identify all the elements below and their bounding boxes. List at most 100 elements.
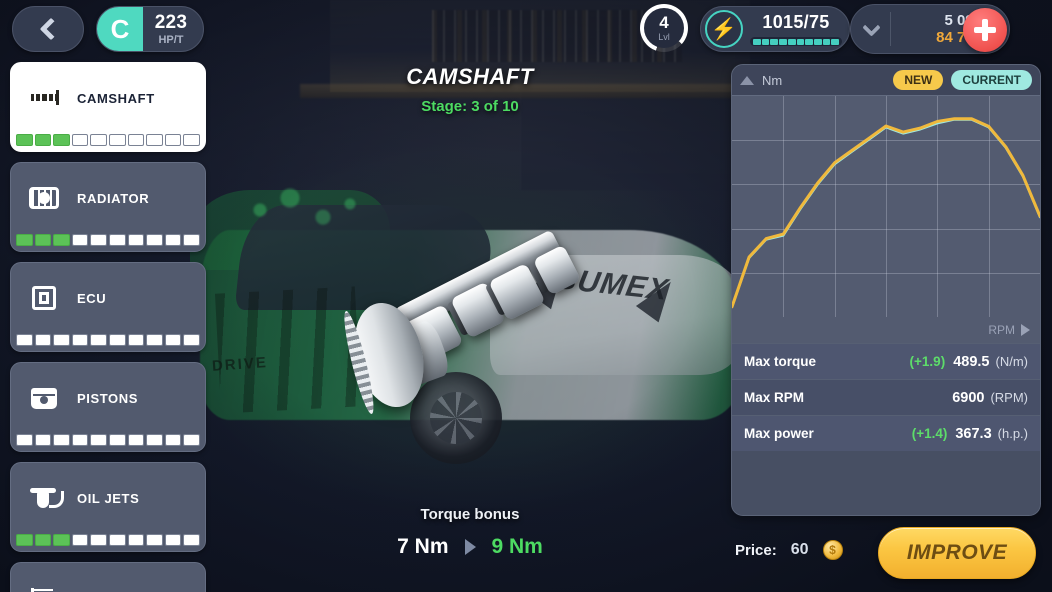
- part-upgrade-segment: [71, 334, 89, 346]
- energy-indicator[interactable]: ⚡ 1015/75: [700, 6, 850, 52]
- rank-values: 223 HP/T: [143, 13, 203, 46]
- part-upgrade-segment: [34, 434, 52, 446]
- rank-grade-badge: C: [97, 7, 143, 51]
- oil-jets-icon: [29, 485, 64, 511]
- part-upgrade-segment: [16, 234, 33, 246]
- torque-bonus-values: 7 Nm 9 Nm: [330, 535, 610, 559]
- lightning-bolt-icon: ⚡: [710, 17, 738, 41]
- part-item-radiator[interactable]: RADIATOR: [10, 162, 206, 252]
- part-item-row: OIL JETS: [15, 467, 201, 529]
- car-stripes: [214, 286, 362, 414]
- part-upgrade-segment: [16, 534, 33, 546]
- part-item-row: OIL COOLER: [15, 567, 201, 592]
- part-upgrade-segment: [34, 134, 52, 146]
- tab-new[interactable]: NEW: [893, 70, 944, 90]
- camshaft-icon: [29, 85, 59, 111]
- part-upgrade-bar: [15, 233, 201, 247]
- rank-unit: HP/T: [158, 33, 184, 46]
- back-button[interactable]: [12, 6, 84, 52]
- part-item-camshaft[interactable]: CAMSHAFT: [10, 62, 206, 152]
- part-upgrade-segment: [146, 534, 163, 546]
- improve-button[interactable]: IMPROVE: [878, 527, 1036, 579]
- top-hud: C 223 HP/T 4 Lvl ⚡ 1015/75 5 096 84 747: [0, 0, 1052, 58]
- part-item-oil-cooler[interactable]: OIL COOLER: [10, 562, 206, 592]
- part-upgrade-segment: [71, 534, 89, 546]
- energy-icon-circle: ⚡: [705, 10, 743, 48]
- part-upgrade-segment: [34, 334, 52, 346]
- currency-panel[interactable]: 5 096 84 747: [850, 4, 1010, 54]
- part-upgrade-segment: [108, 134, 126, 146]
- part-upgrade-segment: [183, 234, 200, 246]
- stat-name: Max torque: [744, 354, 817, 369]
- x-axis-label: RPM: [988, 323, 1015, 337]
- part-upgrade-segment: [90, 334, 107, 346]
- energy-progress-bar: [750, 37, 842, 46]
- chevron-down-icon[interactable]: [862, 17, 881, 37]
- energy-segment: [822, 38, 831, 45]
- part-item-pistons[interactable]: PISTONS: [10, 362, 206, 452]
- level-label: Lvl: [658, 32, 670, 42]
- price-value: 60: [790, 541, 809, 558]
- part-upgrade-segment: [164, 434, 182, 446]
- part-item-row: ECU: [15, 267, 201, 329]
- part-upgrade-segment: [146, 134, 163, 146]
- part-upgrade-segment: [34, 234, 52, 246]
- price-block: Price: 60 $: [735, 540, 843, 560]
- series-line-current: [732, 118, 1040, 309]
- ecu-chip-icon: [29, 285, 59, 311]
- part-upgrade-segment: [53, 434, 70, 446]
- tab-current[interactable]: CURRENT: [951, 70, 1032, 90]
- torque-curve-chart: [732, 95, 1040, 317]
- rank-value: 223: [154, 11, 188, 33]
- part-item-row: PISTONS: [15, 367, 201, 429]
- rank-indicator[interactable]: C 223 HP/T: [96, 6, 204, 52]
- energy-value: 1015/75: [762, 12, 830, 32]
- part-item-ecu[interactable]: ECU: [10, 262, 206, 352]
- part-upgrade-segment: [183, 334, 200, 346]
- stat-delta: (+1.9): [909, 354, 946, 369]
- part-upgrade-segment: [183, 434, 200, 446]
- part-upgrade-segment: [53, 334, 70, 346]
- part-upgrade-segment: [164, 534, 182, 546]
- radiator-icon: [29, 185, 59, 211]
- part-upgrade-segment: [164, 334, 182, 346]
- torque-curve-svg: [732, 117, 1040, 309]
- graph-header: Nm NEW CURRENT: [732, 65, 1040, 95]
- energy-segment: [787, 38, 796, 45]
- part-upgrade-segment: [108, 234, 126, 246]
- part-upgrade-segment: [53, 534, 70, 546]
- part-upgrade-segment: [16, 134, 33, 146]
- level-value: 4: [659, 13, 669, 32]
- part-upgrade-segment: [53, 234, 70, 246]
- add-currency-button[interactable]: [963, 8, 1007, 52]
- part-item-row: RADIATOR: [15, 167, 201, 229]
- energy-values: 1015/75: [743, 12, 849, 46]
- level-indicator[interactable]: 4 Lvl: [640, 4, 688, 52]
- energy-segment: [805, 38, 813, 45]
- part-upgrade-bar: [15, 533, 201, 547]
- part-upgrade-segment: [183, 134, 200, 146]
- part-upgrade-segment: [53, 134, 70, 146]
- page-title: CAMSHAFT: [406, 64, 534, 89]
- part-item-oil-jets[interactable]: OIL JETS: [10, 462, 206, 552]
- part-upgrade-segment: [127, 234, 145, 246]
- gold-coin-icon: $: [822, 540, 843, 560]
- stat-value: 367.3: [955, 425, 992, 442]
- torque-bonus-block: Torque bonus 7 Nm 9 Nm: [330, 506, 610, 559]
- part-upgrade-segment: [90, 234, 107, 246]
- part-upgrade-segment: [183, 534, 200, 546]
- stats-rows: Max torque (+1.9) 489.5 (N/m) Max RPM 6900 (RP…: [732, 343, 1040, 451]
- part-upgrade-bar: [15, 333, 201, 347]
- stat-delta: (+1.4): [911, 426, 948, 441]
- part-upgrade-segment: [90, 434, 107, 446]
- part-item-label: CAMSHAFT: [77, 90, 155, 106]
- triangle-up-icon: [740, 75, 754, 85]
- parts-sidebar: CAMSHAFT RADIATOR ECU PISTONS OIL JETS OIL CO…: [10, 62, 206, 592]
- triangle-right-icon: [1021, 324, 1030, 336]
- selected-part-header: CAMSHAFT Stage: 3 of 10: [300, 64, 640, 115]
- y-axis-label: Nm: [762, 72, 783, 88]
- stat-row: Max RPM 6900 (RPM): [732, 379, 1040, 415]
- part-upgrade-segment: [108, 434, 126, 446]
- x-axis-row: RPM: [732, 317, 1040, 343]
- stat-name: Max RPM: [744, 390, 805, 405]
